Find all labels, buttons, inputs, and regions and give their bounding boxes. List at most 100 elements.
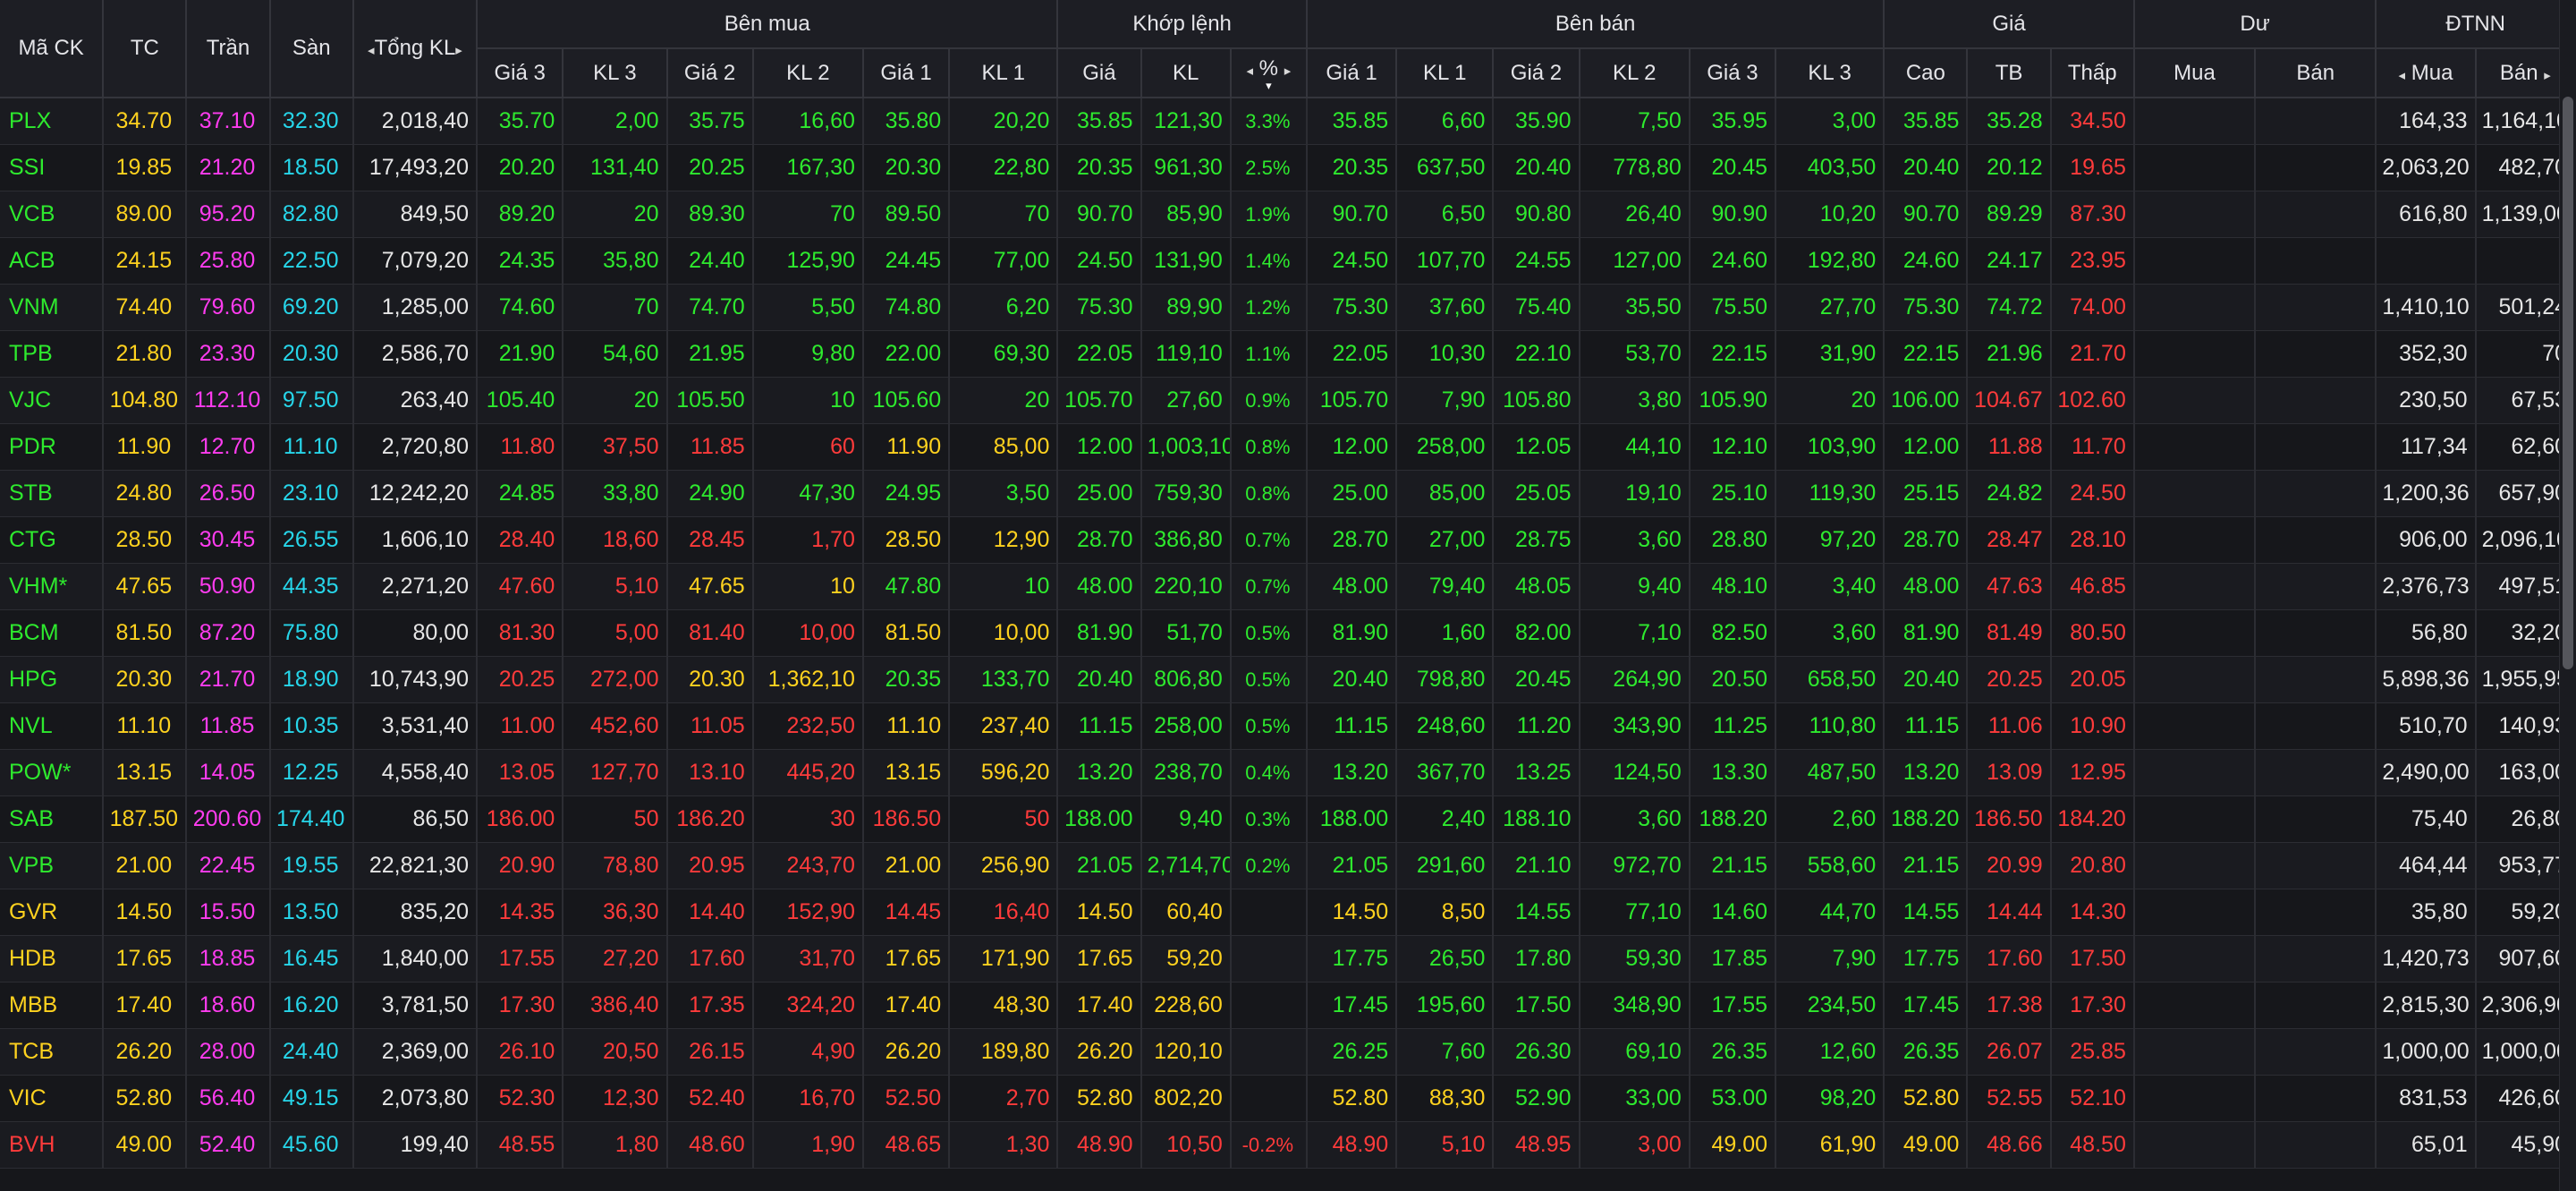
- sell-price-1-cell[interactable]: 20.35: [1306, 144, 1398, 191]
- buy-price-1-cell[interactable]: 186.50: [862, 795, 951, 843]
- table-row[interactable]: HDB 17.65 18.85 16.45 1,840,00 17.55 27,20 17.6…: [0, 935, 2576, 983]
- symbol-cell[interactable]: VNM: [0, 284, 105, 331]
- buy-price-1-cell[interactable]: 22.00: [862, 330, 951, 378]
- sell-price-3-cell[interactable]: 22.15: [1689, 330, 1777, 378]
- buy-price-1-cell[interactable]: 105.60: [862, 377, 951, 424]
- buy-price-3-cell[interactable]: 26.10: [477, 1028, 564, 1076]
- buy-price-3-cell[interactable]: 14.35: [477, 889, 564, 936]
- match-price-cell[interactable]: 35.85: [1057, 98, 1142, 145]
- table-row[interactable]: VPB 21.00 22.45 19.55 22,821,30 20.90 78,80 20.…: [0, 842, 2576, 889]
- table-row[interactable]: MBB 17.40 18.60 16.20 3,781,50 17.30 386,40 17.…: [0, 982, 2576, 1029]
- caret-left-icon[interactable]: ◂: [2399, 68, 2406, 83]
- sell-price-3-cell[interactable]: 105.90: [1689, 377, 1777, 424]
- sell-price-1-cell[interactable]: 12.00: [1306, 423, 1398, 471]
- table-row[interactable]: VHM* 47.65 50.90 44.35 2,271,20 47.60 5,10 47.6…: [0, 563, 2576, 610]
- sell-price-1-cell[interactable]: 52.80: [1306, 1075, 1398, 1122]
- symbol-cell[interactable]: BVH: [0, 1121, 105, 1169]
- sell-price-3-cell[interactable]: 21.15: [1689, 842, 1777, 889]
- buy-price-1-cell[interactable]: 48.65: [862, 1121, 951, 1169]
- buy-price-2-cell[interactable]: 81.40: [666, 609, 754, 657]
- sell-price-2-cell[interactable]: 48.95: [1493, 1121, 1580, 1169]
- match-price-cell[interactable]: 20.35: [1057, 144, 1142, 191]
- match-price-cell[interactable]: 17.65: [1057, 935, 1142, 983]
- buy-price-1-cell[interactable]: 28.50: [862, 516, 951, 564]
- col-header-buy-vol-3[interactable]: KL 3: [563, 48, 668, 98]
- sell-price-3-cell[interactable]: 49.00: [1689, 1121, 1777, 1169]
- table-row[interactable]: SSI 19.85 21.20 18.50 17,493,20 20.20 131,40 20…: [0, 144, 2576, 191]
- sell-price-2-cell[interactable]: 22.10: [1493, 330, 1580, 378]
- sort-desc-icon[interactable]: ▾: [1232, 80, 1305, 91]
- sell-price-2-cell[interactable]: 11.20: [1493, 702, 1580, 750]
- sell-price-3-cell[interactable]: 20.50: [1689, 656, 1777, 703]
- col-header-total-volume[interactable]: ◂Tổng KL▸: [352, 0, 479, 98]
- symbol-cell[interactable]: VCB: [0, 191, 105, 238]
- buy-price-2-cell[interactable]: 105.50: [666, 377, 754, 424]
- sell-price-1-cell[interactable]: 11.15: [1306, 702, 1398, 750]
- sell-price-3-cell[interactable]: 12.10: [1689, 423, 1777, 471]
- symbol-cell[interactable]: TCB: [0, 1028, 105, 1076]
- sell-price-1-cell[interactable]: 25.00: [1306, 470, 1398, 517]
- buy-price-2-cell[interactable]: 17.60: [666, 935, 754, 983]
- sell-price-2-cell[interactable]: 105.80: [1493, 377, 1580, 424]
- sell-price-2-cell[interactable]: 12.05: [1493, 423, 1580, 471]
- buy-price-2-cell[interactable]: 186.20: [666, 795, 754, 843]
- buy-price-2-cell[interactable]: 24.90: [666, 470, 754, 517]
- buy-price-1-cell[interactable]: 17.65: [862, 935, 951, 983]
- sell-price-3-cell[interactable]: 17.55: [1689, 982, 1777, 1029]
- sell-price-3-cell[interactable]: 48.10: [1689, 563, 1777, 610]
- symbol-cell[interactable]: TPB: [0, 330, 105, 378]
- table-row[interactable]: VJC 104.80 112.10 97.50 263,40 105.40 20 105.50…: [0, 377, 2576, 424]
- table-row[interactable]: STB 24.80 26.50 23.10 12,242,20 24.85 33,80 24.…: [0, 470, 2576, 517]
- sell-price-2-cell[interactable]: 20.45: [1493, 656, 1580, 703]
- sell-price-2-cell[interactable]: 82.00: [1493, 609, 1580, 657]
- match-price-cell[interactable]: 48.90: [1057, 1121, 1142, 1169]
- sell-price-2-cell[interactable]: 48.05: [1493, 563, 1580, 610]
- sell-price-3-cell[interactable]: 82.50: [1689, 609, 1777, 657]
- symbol-cell[interactable]: VJC: [0, 377, 105, 424]
- symbol-cell[interactable]: VIC: [0, 1075, 105, 1122]
- sell-price-2-cell[interactable]: 20.40: [1493, 144, 1580, 191]
- table-row[interactable]: PDR 11.90 12.70 11.10 2,720,80 11.80 37,50 11.8…: [0, 423, 2576, 471]
- match-price-cell[interactable]: 24.50: [1057, 237, 1142, 285]
- buy-price-1-cell[interactable]: 74.80: [862, 284, 951, 331]
- col-header-match-price[interactable]: Giá: [1057, 48, 1142, 98]
- col-header-high[interactable]: Cao: [1884, 48, 1969, 98]
- sell-price-1-cell[interactable]: 20.40: [1306, 656, 1398, 703]
- sell-price-1-cell[interactable]: 17.75: [1306, 935, 1398, 983]
- table-row[interactable]: VCB 89.00 95.20 82.80 849,50 89.20 20 89.30 70 89…: [0, 191, 2576, 238]
- symbol-cell[interactable]: GVR: [0, 889, 105, 936]
- buy-price-3-cell[interactable]: 20.25: [477, 656, 564, 703]
- buy-price-3-cell[interactable]: 13.05: [477, 749, 564, 796]
- buy-price-1-cell[interactable]: 20.30: [862, 144, 951, 191]
- buy-price-1-cell[interactable]: 52.50: [862, 1075, 951, 1122]
- buy-price-3-cell[interactable]: 74.60: [477, 284, 564, 331]
- table-row[interactable]: SAB 187.50 200.60 174.40 86,50 186.00 50 186.20…: [0, 795, 2576, 843]
- col-header-sell-price-3[interactable]: Giá 3: [1689, 48, 1777, 98]
- buy-price-3-cell[interactable]: 20.20: [477, 144, 564, 191]
- buy-price-2-cell[interactable]: 21.95: [666, 330, 754, 378]
- buy-price-3-cell[interactable]: 24.35: [477, 237, 564, 285]
- col-header-buy-vol-1[interactable]: KL 1: [949, 48, 1059, 98]
- symbol-cell[interactable]: HDB: [0, 935, 105, 983]
- caret-right-icon[interactable]: ▸: [2544, 68, 2551, 83]
- buy-price-2-cell[interactable]: 26.15: [666, 1028, 754, 1076]
- sell-price-2-cell[interactable]: 17.80: [1493, 935, 1580, 983]
- table-row[interactable]: VIC 52.80 56.40 49.15 2,073,80 52.30 12,30 52.4…: [0, 1075, 2576, 1122]
- match-price-cell[interactable]: 21.05: [1057, 842, 1142, 889]
- sell-price-2-cell[interactable]: 21.10: [1493, 842, 1580, 889]
- match-price-cell[interactable]: 14.50: [1057, 889, 1142, 936]
- sell-price-3-cell[interactable]: 25.10: [1689, 470, 1777, 517]
- sell-price-1-cell[interactable]: 17.45: [1306, 982, 1398, 1029]
- col-header-buy-price-3[interactable]: Giá 3: [477, 48, 564, 98]
- col-header-low[interactable]: Thấp: [2050, 48, 2135, 98]
- buy-price-3-cell[interactable]: 11.80: [477, 423, 564, 471]
- sell-price-2-cell[interactable]: 75.40: [1493, 284, 1580, 331]
- table-row[interactable]: BVH 49.00 52.40 45.60 199,40 48.55 1,80 48.60 1,…: [0, 1121, 2576, 1169]
- sell-price-2-cell[interactable]: 24.55: [1493, 237, 1580, 285]
- sell-price-1-cell[interactable]: 28.70: [1306, 516, 1398, 564]
- match-price-cell[interactable]: 20.40: [1057, 656, 1142, 703]
- col-header-buy-price-1[interactable]: Giá 1: [862, 48, 951, 98]
- sell-price-3-cell[interactable]: 14.60: [1689, 889, 1777, 936]
- symbol-cell[interactable]: POW*: [0, 749, 105, 796]
- buy-price-3-cell[interactable]: 11.00: [477, 702, 564, 750]
